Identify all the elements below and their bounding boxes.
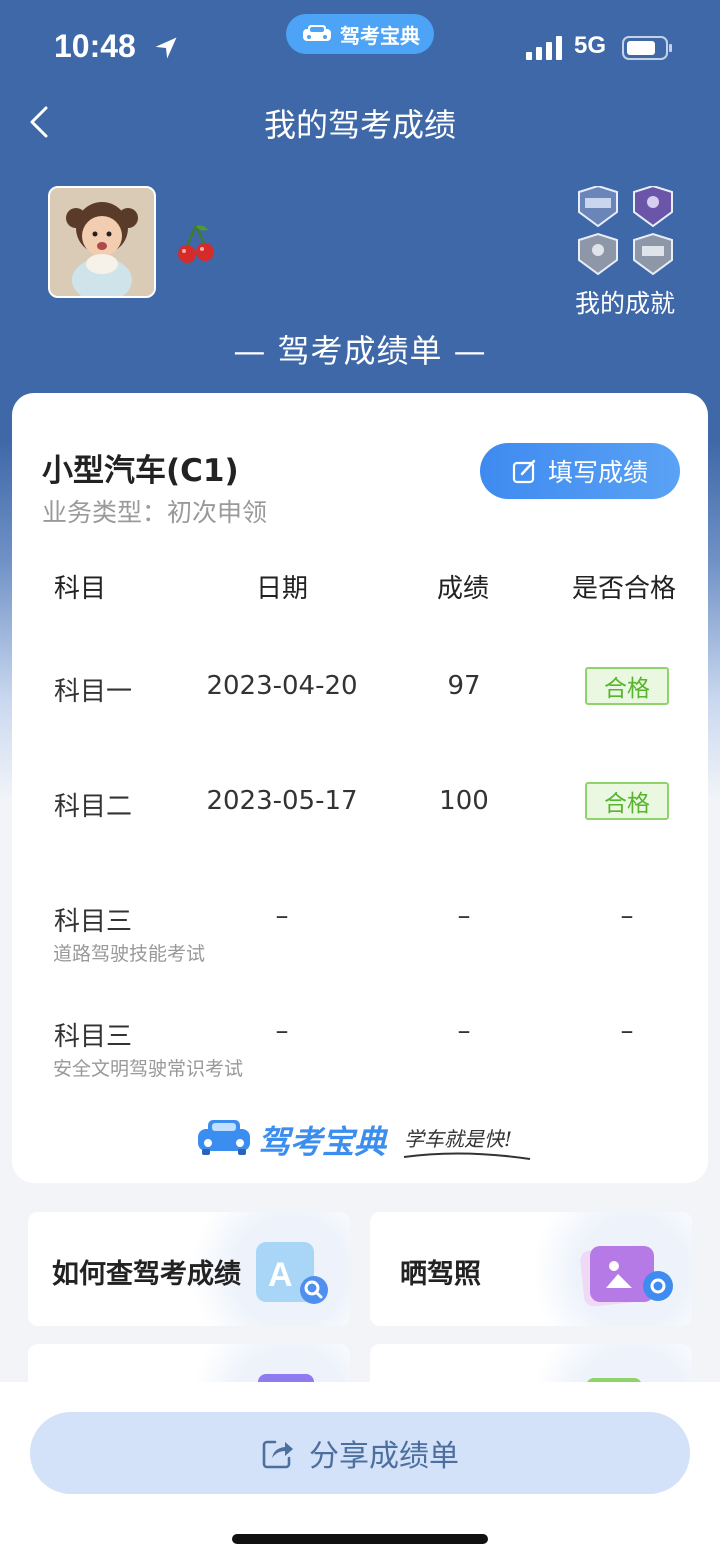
brand-car-icon [198, 1120, 250, 1155]
status-time: 10:48 [54, 28, 136, 64]
brand-logo-text: 驾考宝典 [258, 1123, 387, 1161]
row-score: 97 [447, 671, 481, 701]
svg-text:A: A [268, 1256, 293, 1294]
row-date: – [275, 1016, 289, 1046]
location-arrow-icon [155, 37, 177, 59]
score-card: 小型汽车(C1) 业务类型：初次申领 填写成绩 科目 日期 成绩 是否合格 科目… [12, 393, 708, 1183]
header-pass: 是否合格 [572, 574, 677, 604]
header-score: 成绩 [437, 574, 490, 604]
row-date: – [275, 901, 289, 931]
search-document-icon: A [256, 1242, 328, 1304]
row-subject: 科目二 [54, 792, 133, 822]
signal-icon [526, 36, 562, 60]
photo-icon [580, 1245, 673, 1307]
tile-show-license[interactable]: 晒驾照 [370, 1212, 692, 1326]
row-score: – [457, 901, 471, 931]
app-pill[interactable]: 驾考宝典 [286, 14, 434, 54]
bottom-bar: 分享成绩单 [0, 1382, 720, 1558]
avatar-image [50, 188, 154, 296]
avatar[interactable] [48, 186, 156, 298]
brand-slogan: 学车就是快! [404, 1127, 513, 1151]
app-pill-label: 驾考宝典 [340, 23, 420, 48]
share-report-button[interactable]: 分享成绩单 [30, 1412, 690, 1494]
page-title: 我的驾考成绩 [263, 106, 456, 144]
vehicle-type: 小型汽车(C1) [42, 453, 239, 489]
edit-icon [512, 459, 536, 484]
status-bar: 10:48 驾考宝典 5G [0, 0, 720, 96]
row-subject: 科目三 [54, 907, 133, 937]
fill-score-label: 填写成绩 [547, 458, 648, 487]
achievement-badges[interactable] [576, 186, 678, 276]
home-indicator [232, 1534, 488, 1544]
pass-badge: 合格 [585, 667, 669, 705]
tile-how-to-check-score[interactable]: 如何查驾考成绩 A [28, 1212, 350, 1326]
car-icon [303, 25, 331, 41]
badge-icon [633, 186, 673, 228]
row-status: – [620, 901, 634, 931]
fill-score-button[interactable]: 填写成绩 [480, 443, 680, 499]
achievements-label[interactable]: 我的成就 [560, 284, 690, 320]
pass-badge: 合格 [585, 782, 669, 820]
row-date: 2023-04-20 [206, 671, 358, 701]
row-subject: 科目一 [54, 677, 133, 707]
row-status: – [620, 1016, 634, 1046]
share-report-label: 分享成绩单 [309, 1439, 459, 1474]
tile-label: 晒驾照 [400, 1259, 481, 1290]
row-date: 2023-05-17 [206, 786, 358, 816]
slogan-underline [403, 1152, 531, 1160]
report-title: — 驾考成绩单 — [233, 332, 487, 370]
header-date: 日期 [256, 574, 309, 604]
network-type: 5G [574, 32, 607, 59]
cherry-icon [178, 225, 214, 263]
badge-icon [578, 186, 618, 228]
business-type: 业务类型：初次申领 [42, 498, 268, 527]
row-score: 100 [439, 786, 489, 816]
row-score: – [457, 1016, 471, 1046]
tile-label: 如何查驾考成绩 [52, 1259, 241, 1290]
header-subject: 科目 [54, 574, 107, 604]
badge-icon [578, 232, 618, 276]
row-subject: 科目三 [54, 1022, 133, 1052]
row-sub-label: 安全文明驾驶常识考试 [53, 1058, 244, 1080]
battery-icon [622, 36, 672, 60]
row-sub-label: 道路驾驶技能考试 [53, 943, 206, 965]
share-icon [262, 1440, 293, 1469]
badge-icon [633, 232, 673, 276]
